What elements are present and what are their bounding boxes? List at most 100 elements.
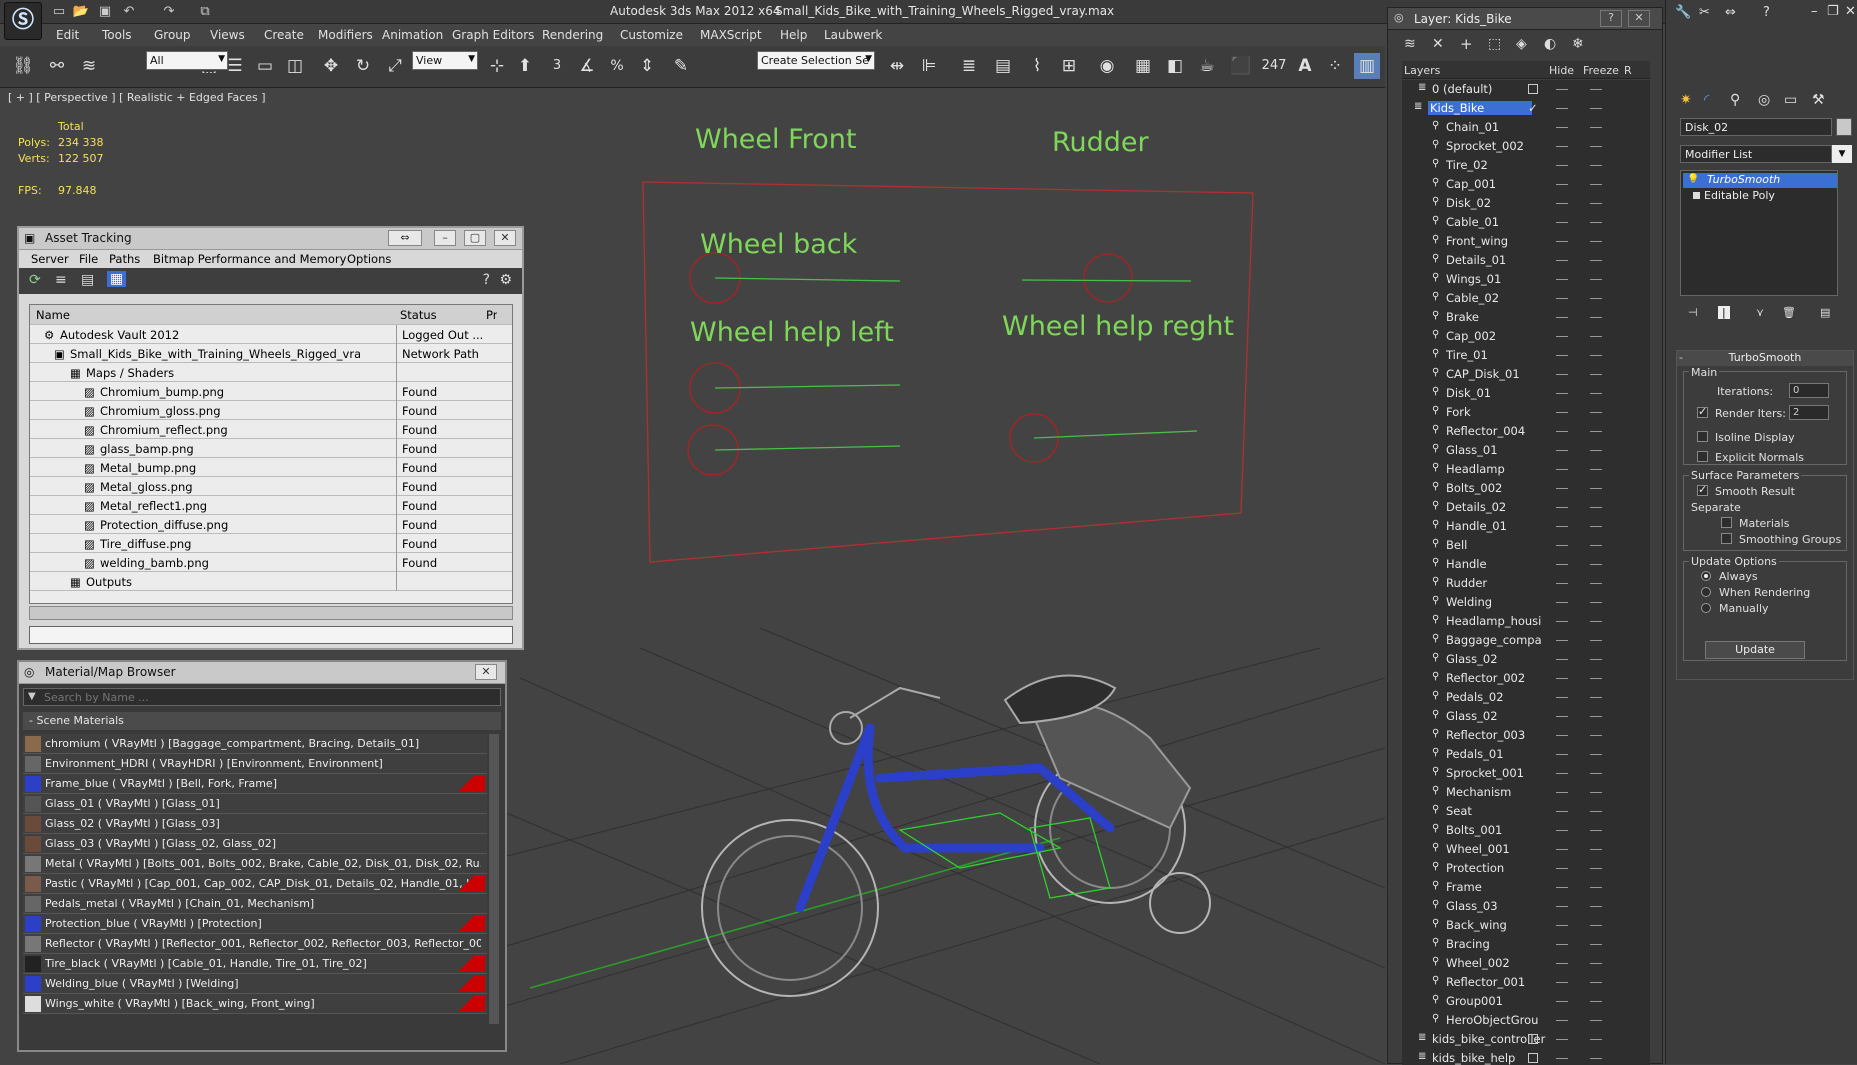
asset-row[interactable]: ▨ Chromium_gloss.png Found — [30, 401, 512, 420]
settings-icon[interactable]: ⚙ — [499, 272, 512, 288]
freeze-toggle[interactable] — [1590, 716, 1602, 717]
hide-toggle[interactable] — [1556, 412, 1568, 413]
freeze-toggle[interactable] — [1590, 583, 1602, 584]
freeze-toggle[interactable] — [1590, 811, 1602, 812]
asset-row[interactable]: ▣ Small_Kids_Bike_with_Training_Wheels_Ri… — [30, 344, 512, 363]
layer-object-item[interactable]: ⚲ Glass_01 — [1402, 441, 1650, 460]
layer-object-item[interactable]: ⚲ Glass_03 — [1402, 897, 1650, 916]
layer-item[interactable]: ≣ kids_bike_help — [1402, 1049, 1650, 1065]
rollout-header[interactable]: TurboSmooth — [1677, 351, 1853, 366]
layer-manager-titlebar[interactable]: ◎ Layer: Kids_Bike ? ✕ — [1388, 8, 1662, 30]
freeze-toggle[interactable] — [1590, 849, 1602, 850]
remove-modifier-icon[interactable]: 🗑 — [1782, 306, 1796, 319]
asset-row[interactable]: ▨ Tire_diffuse.png Found — [30, 534, 512, 553]
table-view-icon[interactable]: ▦ — [107, 271, 127, 287]
minimize-icon[interactable]: – — [1811, 4, 1818, 19]
help-icon[interactable]: ? — [483, 272, 490, 288]
hide-toggle[interactable] — [1556, 431, 1568, 432]
delete-layer-icon[interactable]: ✕ — [1432, 36, 1444, 52]
col-hide[interactable]: Hide — [1549, 64, 1574, 77]
schematic-view-icon[interactable]: ⊞ — [1056, 53, 1082, 79]
menu-create[interactable]: Create — [264, 28, 304, 42]
asset-row[interactable]: ▦ Outputs — [30, 572, 512, 591]
col-pr[interactable]: Pr — [486, 308, 497, 322]
hide-toggle[interactable] — [1556, 450, 1568, 451]
freeze-toggle[interactable] — [1590, 906, 1602, 907]
hide-toggle[interactable] — [1556, 127, 1568, 128]
always-radio[interactable] — [1701, 571, 1711, 581]
close-icon[interactable]: ✕ — [494, 230, 516, 246]
asset-row[interactable]: ⚙ Autodesk Vault 2012 Logged Out ... — [30, 325, 512, 344]
material-row[interactable]: Glass_03 ( VRayMtl ) [Glass_02, Glass_02… — [23, 834, 487, 854]
rotate-icon[interactable]: ↻ — [350, 53, 376, 79]
menu-paths[interactable]: Paths — [109, 252, 140, 266]
hide-toggle[interactable] — [1556, 868, 1568, 869]
text-tool-icon[interactable]: A — [1292, 53, 1318, 79]
hide-toggle[interactable] — [1556, 678, 1568, 679]
rendered-frame-icon[interactable]: ◧ — [1162, 53, 1188, 79]
modifier-list-dropdown[interactable]: Modifier List — [1680, 145, 1832, 163]
freeze-toggle[interactable] — [1590, 412, 1602, 413]
layer-object-item[interactable]: ⚲ Handle_01 — [1402, 517, 1650, 536]
layer-object-item[interactable]: ⚲ Rudder — [1402, 574, 1650, 593]
help-icon[interactable]: ? — [1763, 5, 1770, 20]
freeze-toggle[interactable] — [1590, 431, 1602, 432]
wrench-icon[interactable]: 🔧 — [1675, 5, 1691, 20]
freeze-toggle[interactable] — [1590, 108, 1602, 109]
hide-toggle[interactable] — [1556, 146, 1568, 147]
freeze-toggle[interactable] — [1590, 773, 1602, 774]
freeze-toggle[interactable] — [1590, 545, 1602, 546]
current-layer-box-icon[interactable] — [1528, 1034, 1538, 1044]
asset-row[interactable]: ▨ Metal_bump.png Found — [30, 458, 512, 477]
material-search-input[interactable] — [44, 689, 494, 705]
asset-row[interactable]: ▨ welding_bamb.png Found — [30, 553, 512, 572]
undo-icon[interactable]: ↶ — [120, 3, 138, 21]
menu-help[interactable]: Help — [780, 28, 807, 42]
layer-item[interactable]: ≣ Kids_Bike ✓ — [1402, 99, 1650, 118]
freeze-toggle[interactable] — [1590, 374, 1602, 375]
chevron-down-icon[interactable]: ▼ — [1832, 145, 1852, 163]
col-freeze[interactable]: Freeze — [1583, 64, 1619, 77]
freeze-toggle[interactable] — [1590, 279, 1602, 280]
hide-toggle[interactable] — [1556, 735, 1568, 736]
layer-object-item[interactable]: ⚲ Group001 — [1402, 992, 1650, 1011]
material-row[interactable]: Welding_blue ( VRayMtl ) [Welding] — [23, 974, 487, 994]
hide-toggle[interactable] — [1556, 811, 1568, 812]
freeze-toggle[interactable] — [1590, 944, 1602, 945]
search-options-icon[interactable]: ▼ — [28, 691, 36, 702]
material-row[interactable]: Tire_black ( VRayMtl ) [Cable_01, Handle… — [23, 954, 487, 974]
move-icon[interactable]: ✥ — [318, 53, 344, 79]
freeze-toggle[interactable] — [1590, 89, 1602, 90]
layer-object-item[interactable]: ⚲ Handle — [1402, 555, 1650, 574]
current-layer-check-icon[interactable]: ✓ — [1528, 101, 1538, 115]
freeze-toggle[interactable] — [1590, 203, 1602, 204]
hide-toggle[interactable] — [1556, 640, 1568, 641]
menu-maxscript[interactable]: MAXScript — [700, 28, 762, 42]
hide-toggle[interactable] — [1556, 89, 1568, 90]
layer-object-item[interactable]: ⚲ Pedals_02 — [1402, 688, 1650, 707]
box-icon[interactable]: ⬛ — [1228, 53, 1254, 79]
hide-toggle[interactable] — [1556, 659, 1568, 660]
scale-icon[interactable]: ⤢ — [382, 53, 408, 79]
freeze-toggle[interactable] — [1590, 488, 1602, 489]
render-setup-icon[interactable]: ▦ — [1130, 53, 1156, 79]
menu-animation[interactable]: Animation — [382, 28, 443, 42]
redo-icon[interactable]: ↷ — [160, 3, 178, 21]
motion-tab-icon[interactable]: ◎ — [1758, 92, 1770, 108]
pivot-center-icon[interactable]: ⊹ — [484, 53, 510, 79]
material-vscrollbar[interactable] — [489, 734, 499, 1024]
freeze-toggle[interactable] — [1590, 1058, 1602, 1059]
menu-laubwerk[interactable]: Laubwerk — [824, 28, 882, 42]
freeze-toggle[interactable] — [1590, 450, 1602, 451]
freeze-toggle[interactable] — [1590, 260, 1602, 261]
hide-toggle[interactable] — [1556, 279, 1568, 280]
freeze-toggle[interactable] — [1590, 925, 1602, 926]
asset-row[interactable]: ▨ Metal_reflect1.png Found — [30, 496, 512, 515]
asset-row[interactable]: ▨ Chromium_bump.png Found — [30, 382, 512, 401]
freeze-toggle[interactable] — [1590, 868, 1602, 869]
hide-toggle[interactable] — [1556, 393, 1568, 394]
material-editor-icon[interactable]: ◉ — [1094, 53, 1120, 79]
minimize-button[interactable]: – — [434, 230, 456, 246]
material-row[interactable]: Reflector ( VRayMtl ) [Reflector_001, Re… — [23, 934, 487, 954]
freeze-toggle[interactable] — [1590, 887, 1602, 888]
